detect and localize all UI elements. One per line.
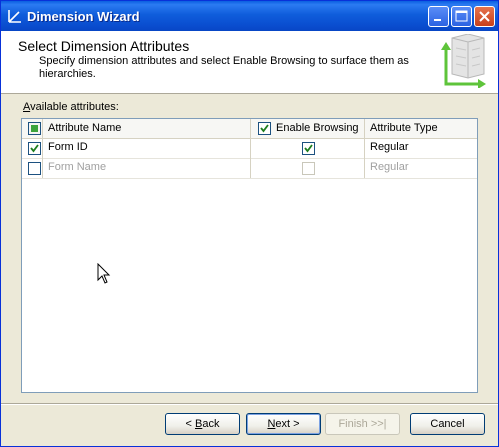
maximize-button[interactable] <box>451 6 472 27</box>
attribute-type-cell: Regular <box>370 161 409 173</box>
attribute-name-cell[interactable]: Form ID <box>48 138 248 157</box>
row-select-checkbox[interactable] <box>28 142 41 155</box>
close-icon <box>479 11 490 22</box>
cancel-button[interactable]: Cancel <box>410 413 485 435</box>
column-separator <box>364 119 365 138</box>
partial-check-icon <box>31 125 38 132</box>
column-separator <box>250 138 251 158</box>
column-separator <box>250 119 251 138</box>
enable-browsing-all-checkbox[interactable] <box>258 122 271 135</box>
finish-button: Finish >>| <box>325 413 400 435</box>
row-select-checkbox[interactable] <box>28 162 41 175</box>
back-button[interactable]: < Back <box>165 413 240 435</box>
title-bar[interactable]: Dimension Wizard <box>1 1 498 31</box>
wizard-window: Dimension Wizard Select Dimension Attrib… <box>0 0 499 447</box>
attributes-grid[interactable]: Attribute Name Enable Browsing Attribute… <box>21 118 478 393</box>
footer-divider <box>1 403 498 405</box>
column-separator <box>364 138 365 158</box>
minimize-button[interactable] <box>428 6 449 27</box>
close-button[interactable] <box>474 6 495 27</box>
check-icon <box>260 124 269 133</box>
wizard-header: Select Dimension Attributes Specify dime… <box>1 31 498 94</box>
enable-browsing-checkbox <box>302 162 315 175</box>
page-title: Select Dimension Attributes <box>18 38 190 54</box>
column-separator <box>364 158 365 178</box>
window-title: Dimension Wizard <box>27 9 140 24</box>
column-separator <box>42 119 43 138</box>
attribute-name-cell[interactable]: Form Name <box>48 158 248 177</box>
enable-browsing-checkbox[interactable] <box>302 142 315 155</box>
available-attributes-label: Available attributes: <box>23 101 119 113</box>
table-row[interactable]: Form ID Regular <box>22 138 477 159</box>
minimize-icon <box>434 19 441 21</box>
dimension-cube-icon <box>441 34 486 88</box>
column-header-attribute-type[interactable]: Attribute Type <box>370 119 470 138</box>
column-separator <box>42 158 43 178</box>
attribute-type-cell[interactable]: Regular <box>370 138 470 157</box>
next-button[interactable]: Next > <box>246 413 321 435</box>
column-separator <box>250 158 251 178</box>
check-icon <box>304 144 313 153</box>
table-row[interactable]: Form Name Regular <box>22 158 477 179</box>
grid-header: Attribute Name Enable Browsing Attribute… <box>22 119 477 139</box>
dimension-icon <box>8 10 21 23</box>
select-all-checkbox[interactable] <box>28 122 41 135</box>
column-header-attribute-name[interactable]: Attribute Name <box>48 119 248 138</box>
mouse-cursor-icon <box>97 263 111 284</box>
page-description: Specify dimension attributes and select … <box>39 55 409 80</box>
column-separator <box>42 138 43 158</box>
maximize-icon <box>455 10 468 22</box>
check-icon <box>30 144 39 153</box>
column-header-enable-browsing[interactable]: Enable Browsing <box>276 119 366 138</box>
